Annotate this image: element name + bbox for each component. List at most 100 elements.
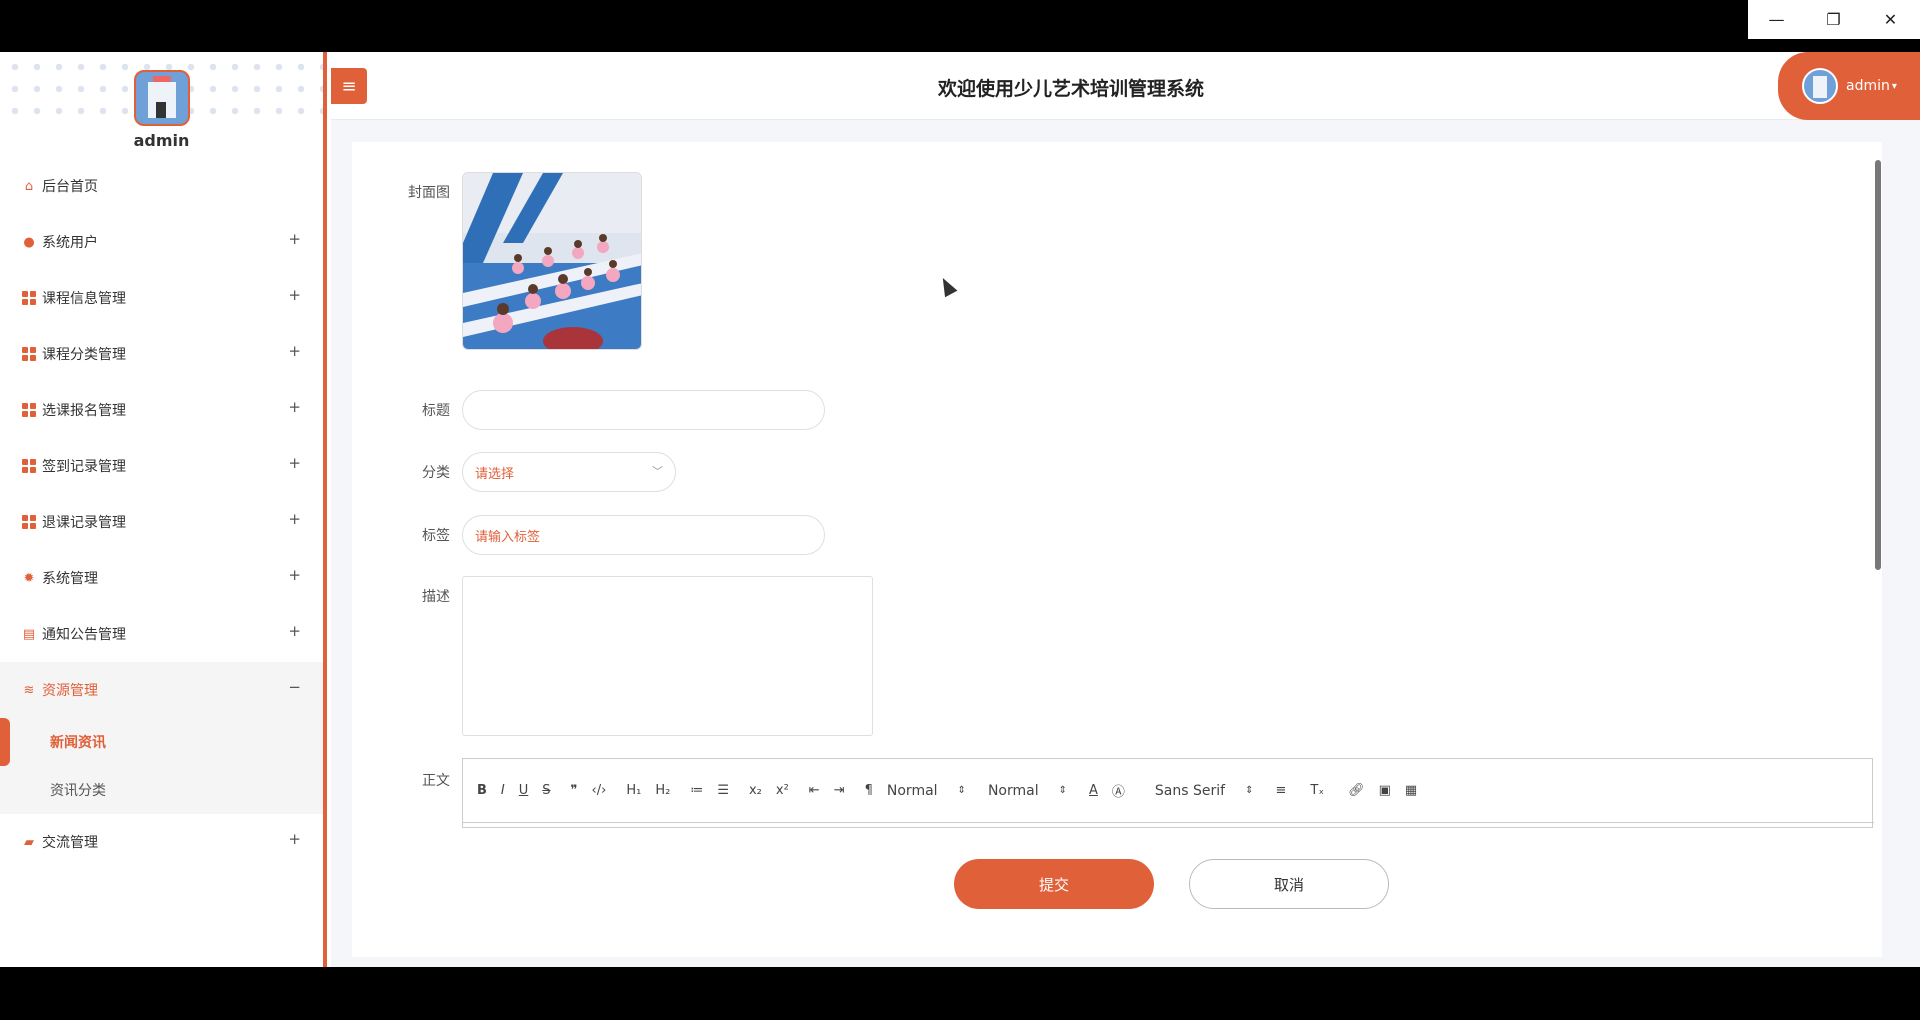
cover-image[interactable] <box>462 172 642 350</box>
top-header: ≡ 欢迎使用少儿艺术培训管理系统 admin ▾ <box>331 52 1920 120</box>
blockquote-icon[interactable]: ❞ <box>571 783 578 798</box>
header2-icon[interactable]: H₂ <box>655 783 670 798</box>
gear-icon: ✹ <box>23 570 35 586</box>
window-titlebar: — ❐ ✕ <box>0 0 1920 52</box>
sidebar-item-system-users[interactable]: ● 系统用户 + <box>0 214 323 270</box>
sidebar-item-label: 后台首页 <box>42 179 98 195</box>
image-icon[interactable]: ▣ <box>1379 783 1391 798</box>
bullet-list-icon[interactable]: ☰ <box>717 783 729 798</box>
sidebar-item-label: 选课报名管理 <box>42 403 126 419</box>
sidebar-item-notice[interactable]: ▤ 通知公告管理 + <box>0 606 323 662</box>
minimize-button[interactable]: — <box>1748 0 1805 39</box>
sidebar-item-label: 课程信息管理 <box>42 291 126 307</box>
sidebar-item-withdraw[interactable]: 退课记录管理 + <box>0 494 323 550</box>
bold-icon[interactable]: B <box>477 783 487 798</box>
sidebar-item-course-info[interactable]: 课程信息管理 + <box>0 270 323 326</box>
cover-photo <box>463 173 641 349</box>
sidebar-item-label: 系统用户 <box>42 235 98 251</box>
header1-icon[interactable]: H₁ <box>626 783 641 798</box>
sidebar-item-label: 资源管理 <box>42 683 98 699</box>
editor-toolbar: B I U S ❞ ‹/› H₁ H₂ ≔ ☰ x₂ x² ⇤ ⇥ ¶ Norm… <box>463 759 1874 823</box>
subscript-icon[interactable]: x₂ <box>749 783 762 798</box>
grid-icon <box>22 291 36 305</box>
background-color-icon[interactable]: Ⓐ <box>1112 781 1125 800</box>
user-avatar <box>1802 68 1838 104</box>
sidebar-item-label: 退课记录管理 <box>42 515 126 531</box>
sidebar-item-label: 通知公告管理 <box>42 627 126 643</box>
category-select[interactable]: 请选择 ﹀ <box>462 452 676 492</box>
avatar[interactable] <box>134 70 190 126</box>
notice-icon: ▤ <box>22 626 36 642</box>
close-button[interactable]: ✕ <box>1862 0 1919 39</box>
sidebar-item-checkin[interactable]: 签到记录管理 + <box>0 438 323 494</box>
app-window: admin ⌂ 后台首页 ● 系统用户 + 课程信息管理 + 课程分类管理 + … <box>0 52 1920 967</box>
database-icon: ≋ <box>23 682 35 698</box>
tag-label: 标签 <box>422 528 450 544</box>
size-select-value: Normal <box>886 782 938 799</box>
font-color-icon[interactable]: A <box>1089 783 1098 798</box>
grid-icon <box>22 403 36 417</box>
expand-icon: + <box>288 510 301 528</box>
sidebar-item-label: 系统管理 <box>42 571 98 587</box>
expand-icon: + <box>288 230 301 248</box>
underline-icon[interactable]: U <box>519 783 529 798</box>
indent-icon[interactable]: ⇥ <box>834 783 845 798</box>
category-placeholder: 请选择 <box>475 466 515 482</box>
size-select[interactable]: Normal ⇕ <box>887 783 966 799</box>
user-name: admin <box>1846 78 1890 94</box>
user-menu[interactable]: admin ▾ <box>1778 52 1920 120</box>
expand-icon: + <box>288 398 301 416</box>
align-icon[interactable]: ≡ <box>1275 783 1286 798</box>
restore-button[interactable]: ❐ <box>1805 0 1862 39</box>
sidebar-item-enrollment[interactable]: 选课报名管理 + <box>0 382 323 438</box>
window-controls: — ❐ ✕ <box>1748 0 1920 39</box>
expand-icon: + <box>288 454 301 472</box>
tag-input[interactable]: 请输入标签 <box>462 515 825 555</box>
sidebar-group-resources: ≋ 资源管理 − 新闻资讯 资讯分类 <box>0 662 323 814</box>
scrollbar[interactable] <box>1875 160 1881 570</box>
sidebar-item-label: 签到记录管理 <box>42 459 126 475</box>
sidebar-item-home[interactable]: ⌂ 后台首页 <box>0 158 323 214</box>
code-icon[interactable]: ‹/› <box>592 783 607 798</box>
expand-icon: + <box>288 830 301 848</box>
sidebar-item-resources[interactable]: ≋ 资源管理 − <box>0 662 323 718</box>
sidebar-item-system[interactable]: ✹ 系统管理 + <box>0 550 323 606</box>
font-select[interactable]: Sans Serif ⇕ <box>1155 783 1254 799</box>
sidebar-item-label: 课程分类管理 <box>42 347 126 363</box>
font-select-value: Sans Serif <box>1154 782 1226 799</box>
text-direction-icon[interactable]: ¶ <box>865 783 873 798</box>
page-title: 欢迎使用少儿艺术培训管理系统 <box>937 78 1204 100</box>
header-select[interactable]: Normal ⇕ <box>988 783 1067 799</box>
strikethrough-icon[interactable]: S <box>542 783 550 798</box>
chevron-down-icon: ﹀ <box>652 465 663 478</box>
user-icon: ● <box>23 234 35 250</box>
description-label: 描述 <box>422 589 450 605</box>
rich-text-editor[interactable]: B I U S ❞ ‹/› H₁ H₂ ≔ ☰ x₂ x² ⇤ ⇥ ¶ Norm… <box>462 758 1874 828</box>
sidebar-item-communication[interactable]: ▰ 交流管理 + <box>0 814 323 870</box>
sidebar-item-course-category[interactable]: 课程分类管理 + <box>0 326 323 382</box>
cover-label: 封面图 <box>408 185 450 201</box>
description-textarea[interactable] <box>462 576 873 736</box>
link-icon[interactable]: 🔗︎ <box>1348 783 1365 798</box>
outdent-icon[interactable]: ⇤ <box>809 783 820 798</box>
header-select-value: Normal <box>987 782 1039 799</box>
expand-icon: + <box>288 622 301 640</box>
sidebar-profile: admin <box>0 52 323 158</box>
sidebar-subitem-news-category[interactable]: 资讯分类 <box>0 766 323 814</box>
updown-icon: ⇕ <box>1245 785 1254 796</box>
italic-icon[interactable]: I <box>501 783 505 798</box>
updown-icon: ⇕ <box>1058 785 1067 796</box>
cancel-button[interactable]: 取消 <box>1189 859 1389 909</box>
chevron-down-icon: ▾ <box>1891 80 1897 92</box>
sidebar-subitem-news[interactable]: 新闻资讯 <box>0 718 323 766</box>
expand-icon: + <box>288 342 301 360</box>
sidebar-item-label: 交流管理 <box>42 835 98 851</box>
video-icon[interactable]: ▦ <box>1405 783 1417 798</box>
submit-button[interactable]: 提交 <box>954 859 1154 909</box>
title-input[interactable] <box>462 390 825 430</box>
superscript-icon[interactable]: x² <box>776 783 789 798</box>
clear-format-icon[interactable]: Tₓ <box>1310 783 1324 798</box>
collapse-icon: − <box>288 678 301 696</box>
ordered-list-icon[interactable]: ≔ <box>690 783 703 798</box>
home-icon: ⌂ <box>24 178 34 194</box>
